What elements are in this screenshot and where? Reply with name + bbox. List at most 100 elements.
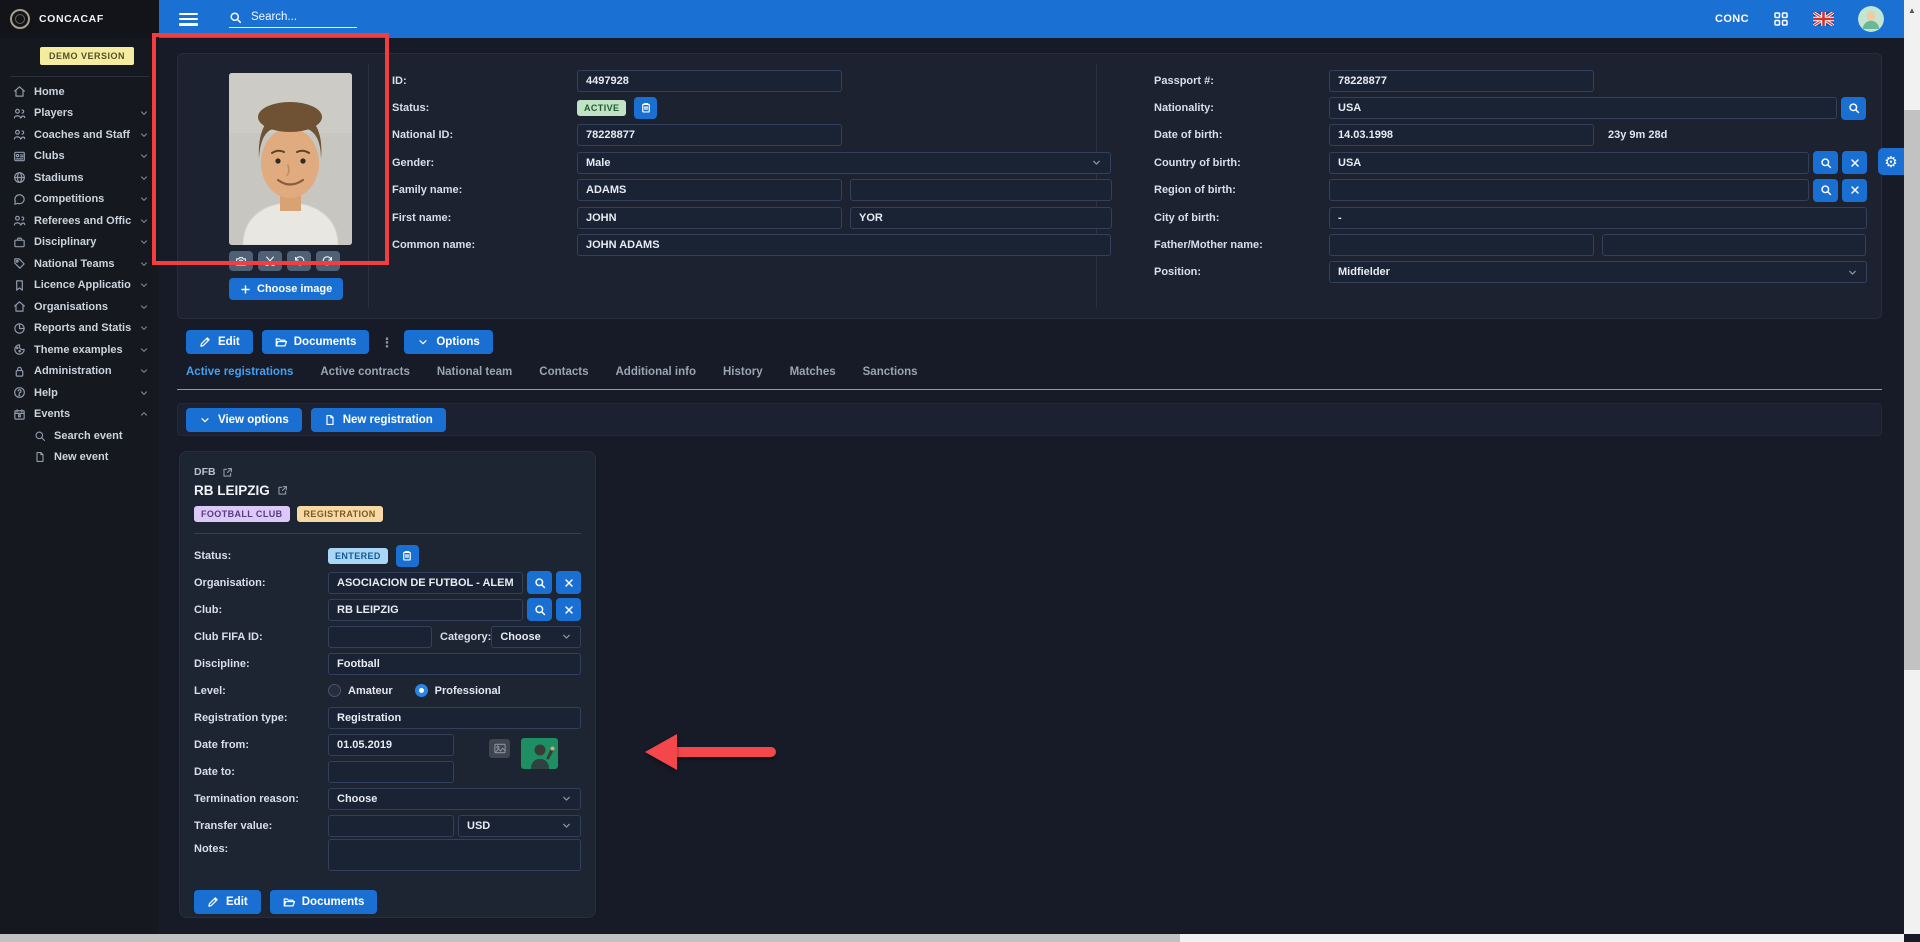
position-label: Position: — [1154, 266, 1329, 278]
vertical-scrollbar[interactable]: ▲ — [1904, 0, 1920, 934]
position-select[interactable]: Midfielder — [1329, 261, 1867, 283]
sidebar-item-competitions[interactable]: Competitions — [0, 189, 159, 211]
common-name-field[interactable] — [577, 234, 1111, 256]
tab-history[interactable]: History — [723, 366, 763, 386]
brand-header[interactable]: CONCACAF — [0, 0, 159, 38]
sidebar-item-players[interactable]: Players — [0, 103, 159, 125]
tab-contacts[interactable]: Contacts — [539, 366, 588, 386]
region-of-birth-field[interactable] — [1329, 179, 1809, 201]
menu-toggle-button[interactable] — [179, 13, 198, 26]
category-select[interactable]: Choose — [491, 626, 581, 648]
search-input[interactable] — [249, 10, 349, 24]
horizontal-scrollbar[interactable] — [0, 934, 1904, 942]
region-of-birth-search-button[interactable] — [1813, 179, 1838, 202]
tab-active-contracts[interactable]: Active contracts — [320, 366, 409, 386]
new-registration-button[interactable]: New registration — [311, 408, 446, 432]
settings-gear-button[interactable]: ⚙ — [1878, 148, 1904, 175]
status-history-button[interactable] — [634, 97, 657, 119]
documents-button[interactable]: Documents — [262, 330, 370, 354]
sidebar-item-home[interactable]: Home — [0, 81, 159, 103]
discipline-field[interactable] — [328, 653, 581, 675]
tab-matches[interactable]: Matches — [790, 366, 836, 386]
more-actions-button[interactable]: ⋮ — [378, 336, 395, 349]
card-divider — [194, 533, 581, 534]
horizontal-scrollbar-thumb[interactable] — [0, 934, 1180, 942]
sidebar-item-disciplinary[interactable]: Disciplinary — [0, 232, 159, 254]
external-link-icon[interactable] — [222, 467, 233, 478]
sidebar-item-referees-and-officials[interactable]: Referees and Officials — [0, 210, 159, 232]
currency-select[interactable]: USD — [458, 815, 581, 837]
club-field[interactable] — [328, 599, 523, 621]
card-edit-button[interactable]: Edit — [194, 890, 261, 914]
registration-avatar-thumbnail[interactable] — [521, 738, 558, 769]
global-search[interactable] — [229, 10, 357, 28]
tab-active-registrations[interactable]: Active registrations — [186, 366, 293, 386]
nationality-search-button[interactable] — [1841, 97, 1866, 120]
region-of-birth-clear-button[interactable] — [1842, 179, 1867, 202]
city-of-birth-field[interactable] — [1329, 207, 1867, 229]
first-name-field[interactable] — [577, 207, 842, 229]
father-name-field[interactable] — [1329, 234, 1594, 256]
family-name-2-field[interactable] — [850, 179, 1112, 201]
image-placeholder-thumbnail[interactable] — [489, 739, 510, 758]
user-avatar[interactable] — [1858, 6, 1884, 32]
termination-reason-select[interactable]: Choose — [328, 788, 581, 810]
date-to-field[interactable] — [328, 761, 454, 783]
reports-icon — [13, 322, 26, 335]
sidebar-item-theme-examples[interactable]: Theme examples — [0, 339, 159, 361]
id-field[interactable] — [577, 70, 842, 92]
sidebar-item-national-teams[interactable]: National Teams — [0, 253, 159, 275]
search-icon — [229, 11, 242, 24]
view-options-button[interactable]: View options — [186, 408, 302, 432]
sidebar-item-search-event[interactable]: Search event — [0, 425, 159, 447]
passport-field[interactable] — [1329, 70, 1594, 92]
edit-button[interactable]: Edit — [186, 330, 253, 354]
sidebar-item-help[interactable]: Help — [0, 382, 159, 404]
sidebar-item-licence-application[interactable]: Licence Application — [0, 275, 159, 297]
sidebar-item-events[interactable]: Events — [0, 404, 159, 426]
country-of-birth-clear-button[interactable] — [1842, 151, 1867, 174]
family-name-field[interactable] — [577, 179, 842, 201]
sidebar-item-administration[interactable]: Administration — [0, 361, 159, 383]
sidebar-item-clubs[interactable]: Clubs — [0, 146, 159, 168]
notes-field[interactable] — [328, 839, 581, 871]
club-clear-button[interactable] — [556, 598, 581, 621]
external-link-icon[interactable] — [277, 485, 288, 496]
organisation-field[interactable] — [328, 572, 523, 594]
club-search-button[interactable] — [527, 598, 552, 621]
mother-name-field[interactable] — [1602, 234, 1866, 256]
sidebar-item-new-event[interactable]: New event — [0, 447, 159, 469]
player-tabs: Active registrations Active contracts Na… — [186, 366, 918, 386]
sidebar-item-organisations[interactable]: Organisations — [0, 296, 159, 318]
language-flag-icon[interactable] — [1813, 12, 1834, 26]
first-name-2-field[interactable] — [850, 207, 1112, 229]
choose-image-button[interactable]: Choose image — [229, 278, 343, 300]
transfer-value-field[interactable] — [328, 815, 454, 837]
level-amateur-radio[interactable] — [328, 684, 341, 697]
options-button[interactable]: Options — [404, 330, 492, 354]
tab-sanctions[interactable]: Sanctions — [863, 366, 918, 386]
registration-type-field[interactable] — [328, 707, 581, 729]
organisation-search-button[interactable] — [527, 571, 552, 594]
sidebar-item-reports-and-statistics[interactable]: Reports and Statistics — [0, 318, 159, 340]
dob-field[interactable] — [1329, 124, 1594, 146]
country-of-birth-field[interactable] — [1329, 152, 1809, 174]
nationality-field[interactable] — [1329, 97, 1837, 119]
tab-national-team[interactable]: National team — [437, 366, 512, 386]
card-documents-button[interactable]: Documents — [270, 890, 378, 914]
organisation-clear-button[interactable] — [556, 571, 581, 594]
date-from-field[interactable] — [328, 734, 454, 756]
country-of-birth-search-button[interactable] — [1813, 151, 1838, 174]
apps-grid-icon[interactable] — [1773, 11, 1789, 27]
scroll-up-arrow-icon[interactable]: ▲ — [1908, 6, 1916, 15]
sidebar-item-stadiums[interactable]: Stadiums — [0, 167, 159, 189]
club-fifa-id-field[interactable] — [328, 626, 432, 648]
national-id-field[interactable] — [577, 124, 842, 146]
tab-additional-info[interactable]: Additional info — [615, 366, 695, 386]
sidebar-item-coaches-and-staff[interactable]: Coaches and Staff — [0, 124, 159, 146]
vertical-scrollbar-thumb[interactable] — [1904, 110, 1920, 670]
search-icon — [534, 604, 546, 616]
level-professional-radio[interactable] — [415, 684, 428, 697]
gender-select[interactable]: Male — [577, 152, 1111, 174]
reg-status-history-button[interactable] — [396, 545, 419, 567]
